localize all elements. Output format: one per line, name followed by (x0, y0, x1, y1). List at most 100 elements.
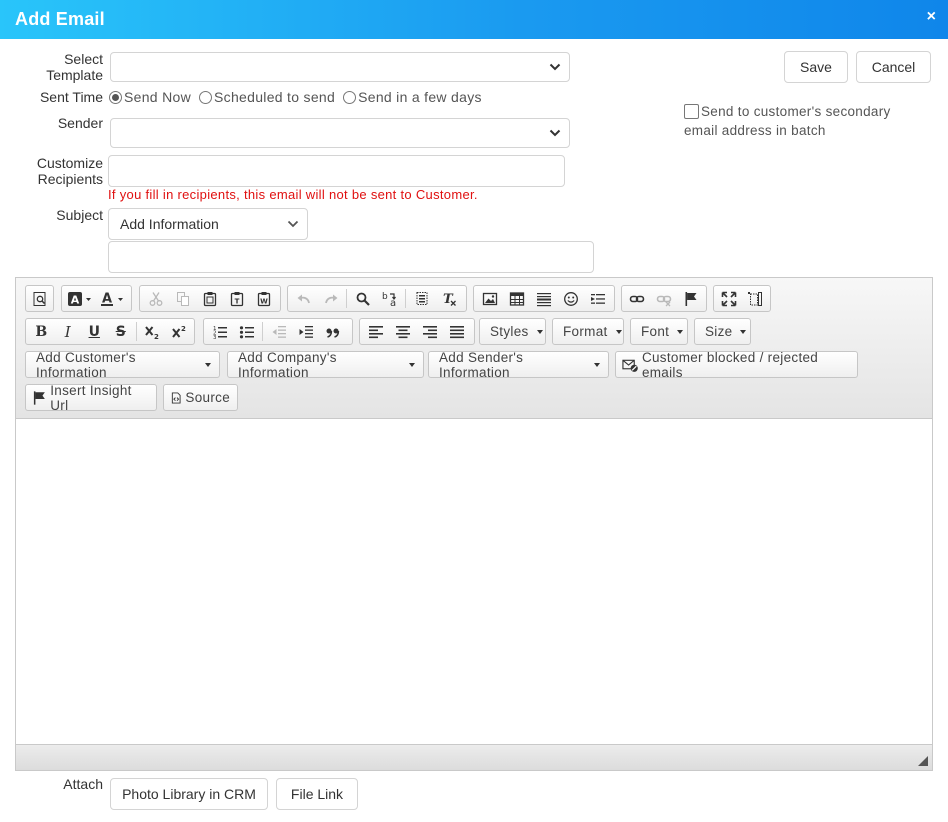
radio-scheduled[interactable]: Scheduled to send (199, 89, 335, 105)
font-combo[interactable]: Font (630, 318, 688, 345)
underline-glyph: U (88, 323, 100, 340)
toolbar-separator (136, 322, 137, 341)
dialog-title: Add Email (15, 9, 105, 29)
photo-library-button[interactable]: Photo Library in CRM (110, 778, 268, 810)
source-button[interactable]: Source (163, 384, 238, 411)
background-color-icon[interactable]: A (64, 287, 96, 310)
maximize-icon[interactable] (716, 287, 742, 310)
select-template-label-line2: Template (46, 67, 103, 83)
customer-blocked-emails-button[interactable]: Customer blocked / rejected emails (615, 350, 858, 380)
select-all-icon[interactable] (408, 287, 435, 310)
paste-text-icon[interactable]: T (223, 287, 250, 310)
remove-format-icon[interactable]: T (435, 287, 462, 310)
editor-content-area[interactable] (16, 419, 932, 744)
find-icon[interactable] (349, 287, 376, 310)
subscript-icon[interactable]: 2 (139, 320, 166, 343)
table-icon[interactable] (503, 287, 530, 310)
caret-down-icon (205, 362, 211, 367)
svg-text:W: W (260, 297, 268, 305)
styles-combo[interactable]: Styles (479, 318, 546, 345)
recipients-warning: If you fill in recipients, this email wi… (108, 187, 478, 202)
paste-word-icon[interactable]: W (250, 287, 277, 310)
numbered-list-icon[interactable]: 123 (206, 320, 233, 343)
close-icon[interactable]: × (927, 8, 936, 26)
radio-dot-selected[interactable] (109, 90, 122, 104)
link-icon[interactable] (624, 287, 651, 310)
unlink-icon[interactable] (651, 287, 678, 310)
outdent-icon[interactable] (265, 320, 292, 343)
chevron-down-icon (549, 63, 561, 71)
align-left-icon[interactable] (362, 320, 389, 343)
radio-send-now[interactable]: Send Now (109, 89, 191, 105)
image-icon[interactable] (476, 287, 503, 310)
add-customer-info-dropdown[interactable]: Add Customer's Information (25, 350, 220, 380)
svg-text:3: 3 (213, 335, 217, 340)
cancel-button[interactable]: Cancel (856, 51, 931, 83)
undo-icon[interactable] (290, 287, 317, 310)
text-color-icon[interactable]: A (96, 287, 128, 310)
file-link-button[interactable]: File Link (276, 778, 358, 810)
bulleted-list-icon[interactable] (233, 320, 260, 343)
sender-select[interactable] (110, 118, 570, 148)
align-right-icon[interactable] (416, 320, 443, 343)
show-blocks-icon[interactable] (742, 287, 768, 310)
horizontal-line-icon[interactable] (530, 287, 557, 310)
italic-button[interactable]: I (55, 320, 82, 343)
add-information-dropdown[interactable]: Add Information (108, 208, 308, 240)
customize-label-line1: Customize (36, 155, 103, 171)
anchor-flag-icon[interactable] (677, 287, 704, 310)
flag-icon (33, 390, 45, 405)
blockquote-icon[interactable] (319, 320, 346, 343)
caret-down-icon (677, 329, 684, 334)
superscript-icon[interactable]: 2 (165, 320, 192, 343)
radio-few-days[interactable]: Send in a few days (343, 89, 482, 105)
radio-few-days-label: Send in a few days (358, 89, 482, 105)
cut-icon[interactable] (142, 287, 169, 310)
align-center-icon[interactable] (389, 320, 416, 343)
secondary-email-option[interactable]: Send to customer's secondary email addre… (684, 102, 914, 140)
preview-icon[interactable] (28, 287, 51, 310)
subject-label: Subject (56, 207, 103, 223)
italic-glyph: I (64, 322, 71, 341)
caret-down-icon (740, 329, 747, 334)
size-combo[interactable]: Size (694, 318, 751, 345)
select-template-label-line1: Select (64, 51, 103, 67)
svg-text:T: T (234, 297, 239, 305)
radio-dot[interactable] (343, 90, 357, 104)
dialog-title-bar: Add Email × (0, 0, 948, 39)
subject-input[interactable] (108, 241, 594, 273)
radio-scheduled-label: Scheduled to send (214, 89, 336, 105)
justify-icon[interactable] (443, 320, 470, 343)
add-sender-info-dropdown[interactable]: Add Sender's Information (428, 350, 609, 380)
smiley-icon[interactable] (557, 287, 584, 310)
underline-button[interactable]: U (81, 320, 108, 343)
recipients-input[interactable] (108, 155, 565, 187)
redo-icon[interactable] (317, 287, 344, 310)
caret-down-icon (409, 362, 415, 367)
source-icon (171, 391, 181, 404)
resize-handle-icon[interactable] (917, 755, 929, 767)
replace-icon[interactable]: ba (376, 287, 403, 310)
svg-text:2: 2 (154, 333, 159, 340)
add-company-info-dropdown[interactable]: Add Company's Information (227, 350, 424, 380)
radio-send-now-label: Send Now (124, 89, 191, 105)
format-combo[interactable]: Format (552, 318, 624, 345)
styles-combo-label: Styles (490, 324, 529, 339)
attach-label: Attach (63, 776, 103, 792)
radio-dot[interactable] (199, 90, 212, 104)
chevron-down-icon (287, 220, 299, 228)
paste-icon[interactable] (196, 287, 223, 310)
copy-icon[interactable] (169, 287, 196, 310)
caret-down-icon (615, 329, 622, 334)
save-button[interactable]: Save (784, 51, 848, 83)
template-select[interactable] (110, 52, 570, 82)
customize-recipients-label: Customize Recipients (20, 155, 103, 187)
secondary-email-checkbox[interactable] (684, 104, 699, 119)
bold-button[interactable]: B (28, 320, 55, 343)
sender-label: Sender (57, 115, 103, 131)
editor-bottom-bar (16, 744, 932, 770)
strikethrough-button[interactable]: S (108, 320, 135, 343)
page-break-icon[interactable] (584, 287, 611, 310)
indent-icon[interactable] (292, 320, 319, 343)
insert-insight-url-button[interactable]: Insert Insight Url (25, 383, 157, 413)
